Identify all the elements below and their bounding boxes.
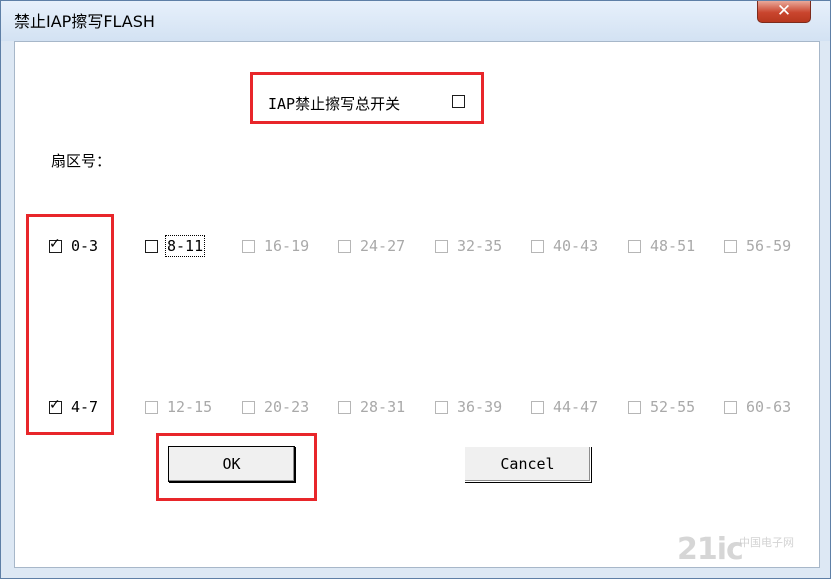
sector-checkbox-40-43[interactable] xyxy=(531,240,544,253)
sector-label-36-39[interactable]: 36-39 xyxy=(457,398,502,416)
close-icon: ✕ xyxy=(776,1,792,21)
cancel-button[interactable]: Cancel xyxy=(464,446,591,482)
sector-label-8-11[interactable]: 8-11 xyxy=(164,235,206,257)
sector-checkbox-44-47[interactable] xyxy=(531,401,544,414)
sector-checkbox-16-19[interactable] xyxy=(242,240,255,253)
sector-checkbox-48-51[interactable] xyxy=(628,240,641,253)
title-bar[interactable]: 禁止IAP擦写FLASH ✕ xyxy=(1,1,830,41)
sector-checkbox-32-35[interactable] xyxy=(435,240,448,253)
sector-label-12-15[interactable]: 12-15 xyxy=(167,398,212,416)
sector-label-20-23[interactable]: 20-23 xyxy=(264,398,309,416)
sector-checkbox-24-27[interactable] xyxy=(338,240,351,253)
sector-label-60-63[interactable]: 60-63 xyxy=(746,398,791,416)
sector-label-24-27[interactable]: 24-27 xyxy=(360,237,405,255)
cancel-button-label: Cancel xyxy=(500,455,555,473)
sector-label: 扇区号： xyxy=(51,152,112,170)
close-button[interactable]: ✕ xyxy=(757,1,811,23)
highlight-box-master xyxy=(250,72,484,124)
sector-label-48-51[interactable]: 48-51 xyxy=(650,237,695,255)
sector-checkbox-8-11[interactable] xyxy=(145,240,158,253)
watermark-logo: 21ic xyxy=(677,532,744,567)
sector-label-56-59[interactable]: 56-59 xyxy=(746,237,791,255)
sector-checkbox-60-63[interactable] xyxy=(724,401,737,414)
watermark-subtext: 中国电子网 xyxy=(739,536,794,549)
highlight-box-sectors xyxy=(26,214,114,435)
sector-checkbox-56-59[interactable] xyxy=(724,240,737,253)
sector-label-32-35[interactable]: 32-35 xyxy=(457,237,502,255)
sector-label-28-31[interactable]: 28-31 xyxy=(360,398,405,416)
dialog-window: 禁止IAP擦写FLASH ✕ IAP禁止擦写总开关 扇区号： ✓ 0-3 8-11 1… xyxy=(0,0,831,579)
sector-label-52-55[interactable]: 52-55 xyxy=(650,398,695,416)
sector-checkbox-36-39[interactable] xyxy=(435,401,448,414)
sector-checkbox-20-23[interactable] xyxy=(242,401,255,414)
sector-label-16-19[interactable]: 16-19 xyxy=(264,237,309,255)
highlight-box-ok xyxy=(156,433,317,501)
sector-checkbox-52-55[interactable] xyxy=(628,401,641,414)
window-title: 禁止IAP擦写FLASH xyxy=(14,12,155,31)
sector-checkbox-28-31[interactable] xyxy=(338,401,351,414)
sector-label-44-47[interactable]: 44-47 xyxy=(553,398,598,416)
sector-checkbox-12-15[interactable] xyxy=(145,401,158,414)
sector-label-40-43[interactable]: 40-43 xyxy=(553,237,598,255)
